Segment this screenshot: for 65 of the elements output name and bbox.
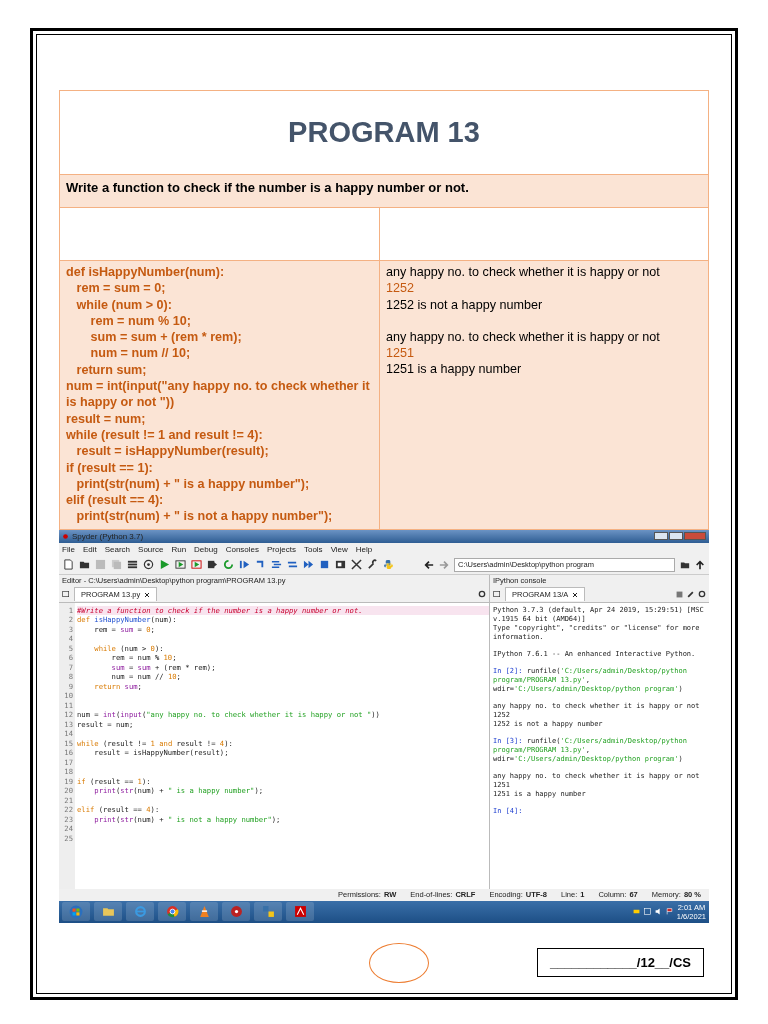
up-arrow-icon[interactable]: [695, 559, 705, 570]
run-cell-icon[interactable]: [175, 559, 186, 571]
speaker-icon[interactable]: [654, 908, 662, 916]
new-file-icon[interactable]: [63, 559, 74, 571]
code-line: rem = num % 10;: [89, 312, 192, 330]
code-line: num = int(input("any happy no. to check whether it is happy or not ")): [66, 378, 371, 411]
menu-item[interactable]: File: [62, 544, 75, 554]
folder-icon[interactable]: [101, 905, 115, 919]
window-icon[interactable]: [335, 559, 346, 571]
stop-icon[interactable]: [319, 559, 330, 571]
code-line: print(str(num) + " is not a happy number");: [75, 508, 334, 525]
maximize-button[interactable]: [669, 532, 683, 541]
code-line: result = num;: [66, 410, 147, 427]
start-button[interactable]: [62, 902, 90, 922]
code-line: result = isHappyNumber(result);: [75, 443, 270, 460]
reel-icon[interactable]: [229, 905, 243, 919]
windows-logo-icon: [69, 904, 83, 919]
menu-item[interactable]: Help: [355, 544, 373, 554]
code-line: rem = sum = 0;: [75, 280, 167, 297]
code-line: num = num // 10;: [89, 345, 192, 362]
menu-item[interactable]: Tools: [303, 544, 323, 554]
menu-item[interactable]: Consoles: [225, 544, 260, 554]
code-line: while (result != 1 and result != 4):: [66, 426, 264, 444]
debug-icon[interactable]: [239, 559, 250, 571]
pdf-reader-icon[interactable]: [293, 905, 307, 919]
menu-item[interactable]: View: [330, 544, 348, 554]
output-prompt: any happy no. to check whether it is happy or not: [386, 264, 661, 281]
menu-item[interactable]: Projects: [267, 544, 296, 554]
stop-icon[interactable]: [676, 590, 683, 598]
code-line: return sum;: [75, 361, 148, 379]
menu-item[interactable]: Search: [104, 544, 131, 554]
close-icon[interactable]: [572, 591, 579, 598]
menu-item[interactable]: Edit: [82, 544, 97, 554]
browse-tabs-icon[interactable]: [493, 590, 501, 599]
code-line: def isHappyNumber(num):: [66, 264, 226, 281]
close-icon[interactable]: [144, 591, 151, 598]
output-prompt: any happy no. to check whether it is happy or not: [386, 328, 661, 346]
task-statement: Write a function to check if the number is a happy number or not.: [60, 175, 708, 208]
tray-icon[interactable]: [632, 908, 640, 916]
chrome-icon[interactable]: [165, 905, 179, 919]
output-result: 1251 is a happy number: [386, 361, 523, 378]
code-line: elif (result == 4):: [66, 492, 165, 509]
entered-value: 1252: [386, 280, 416, 297]
menu-item[interactable]: Source: [138, 544, 164, 554]
run-icon[interactable]: [159, 559, 170, 571]
code-line: sum = sum + (rem * rem);: [89, 329, 243, 346]
entered-value: 1251: [386, 345, 416, 362]
code-line: while (num > 0):: [75, 296, 173, 313]
code-line: if (result == 1):: [66, 459, 154, 476]
back-arrow-icon[interactable]: [424, 559, 434, 570]
flag-icon[interactable]: [665, 908, 673, 916]
document-code: ____________/12__/CS: [537, 948, 704, 978]
run-cell-advance-icon[interactable]: [191, 559, 202, 571]
code-line: print(str(num) + " is a happy number");: [75, 475, 311, 493]
output-result: 1252 is not a happy number: [386, 296, 544, 313]
menu-item[interactable]: Run: [171, 544, 187, 554]
list-icon[interactable]: [127, 559, 138, 571]
rerun-icon[interactable]: [223, 559, 234, 571]
browse-tabs-icon[interactable]: [62, 590, 70, 599]
continue-icon[interactable]: [303, 559, 314, 571]
open-folder-icon[interactable]: [79, 559, 90, 571]
minimize-button[interactable]: [654, 532, 668, 541]
window-title: Spyder (Python 3.7): [72, 531, 144, 541]
menu-item[interactable]: Debug: [194, 544, 218, 554]
traffic-cone-icon[interactable]: [197, 905, 211, 919]
